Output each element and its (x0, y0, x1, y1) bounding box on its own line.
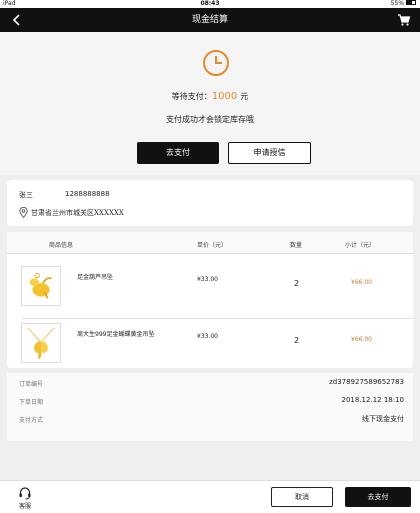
clock-time: 08:43 (200, 0, 220, 7)
order-number-value: zd378927589652783 (329, 378, 404, 386)
header-quantity: 数量 (290, 242, 303, 249)
payment-amount: 1000 (211, 91, 238, 102)
quantity: 2 (294, 279, 300, 288)
address-detail: 甘肃省兰州市城关区XXXXXX (31, 209, 124, 217)
nav-bar: 现金结算 (0, 8, 420, 32)
clock-icon (203, 50, 229, 76)
pay-button[interactable]: 去支付 (137, 142, 219, 164)
shopping-cart-icon[interactable] (397, 13, 411, 27)
order-date-row: 下单日期 2018.12.12 18:10 (7, 393, 413, 409)
goods-row[interactable]: 周大生999足金蝴蝶黄金吊坠 ¥33.00 2 ¥66.00 (7, 318, 413, 367)
status-bar: iPad 08:43 55% (0, 0, 420, 8)
butterfly-pendant-image (27, 327, 55, 360)
address-card: 张三 1288888888 甘肃省兰州市城关区XXXXXX (7, 180, 413, 226)
goods-table-header: 商品信息 单价（元） 数量 小计（元） (7, 232, 413, 254)
headset-icon (19, 487, 31, 500)
payment-method-row: 支付方式 线下现金支付 (7, 411, 413, 427)
amount-unit: 元 (240, 92, 249, 101)
awaiting-payment: 等待支付：1000 元 (0, 91, 420, 102)
recipient-name: 张三 (19, 191, 33, 199)
pay-now-button[interactable]: 去支付 (345, 487, 411, 507)
quantity: 2 (294, 336, 300, 345)
await-label: 等待支付： (171, 92, 212, 101)
stock-lock-hint: 支付成功才会锁定库存哦 (166, 115, 254, 124)
recipient-phone: 1288888888 (65, 190, 110, 198)
bottom-action-bar: 客服 取消 去支付 (0, 480, 420, 513)
goods-table: 商品信息 单价（元） 数量 小计（元） 足金葫芦吊坠 ¥33.00 2 ¥66.… (7, 232, 413, 368)
customer-service-label: 客服 (18, 503, 31, 510)
order-number-label: 订单编号 (19, 381, 44, 388)
gourd-pendant-image (29, 272, 52, 299)
cancel-button[interactable]: 取消 (271, 487, 333, 507)
header-subtotal: 小计（元） (345, 242, 376, 249)
battery-percent: 55% (390, 0, 404, 7)
order-number-row: 订单编号 zd378927589652783 (7, 375, 413, 391)
order-date-label: 下单日期 (19, 399, 44, 406)
product-name[interactable]: 周大生999足金蝴蝶黄金吊坠 (77, 329, 154, 338)
order-info: 订单编号 zd378927589652783 下单日期 2018.12.12 1… (7, 373, 413, 441)
unit-price: ¥33.00 (197, 333, 218, 340)
product-thumbnail[interactable] (21, 266, 61, 306)
payment-method-label: 支付方式 (19, 417, 44, 424)
unit-price: ¥33.00 (197, 276, 218, 283)
battery-status: 55% (391, 0, 416, 8)
product-thumbnail[interactable] (21, 323, 61, 363)
product-name[interactable]: 足金葫芦吊坠 (77, 272, 113, 281)
subtotal: ¥66.00 (351, 279, 372, 286)
goods-row[interactable]: 足金葫芦吊坠 ¥33.00 2 ¥66.00 (7, 261, 413, 310)
payment-summary: 等待支付：1000 元 支付成功才会锁定库存哦 去支付 申请授信 (0, 32, 420, 175)
header-unit-price: 单价（元） (197, 242, 228, 249)
battery-icon (406, 0, 416, 5)
order-date-value: 2018.12.12 18:10 (341, 396, 404, 404)
location-pin-icon (19, 207, 28, 218)
subtotal: ¥66.00 (351, 336, 372, 343)
customer-service[interactable]: 客服 (14, 486, 36, 512)
apply-credit-button[interactable]: 申请授信 (228, 142, 311, 164)
header-product-info: 商品信息 (49, 242, 74, 249)
payment-method-value[interactable]: 线下现金支付 (362, 414, 404, 424)
page-title: 现金结算 (191, 15, 228, 25)
